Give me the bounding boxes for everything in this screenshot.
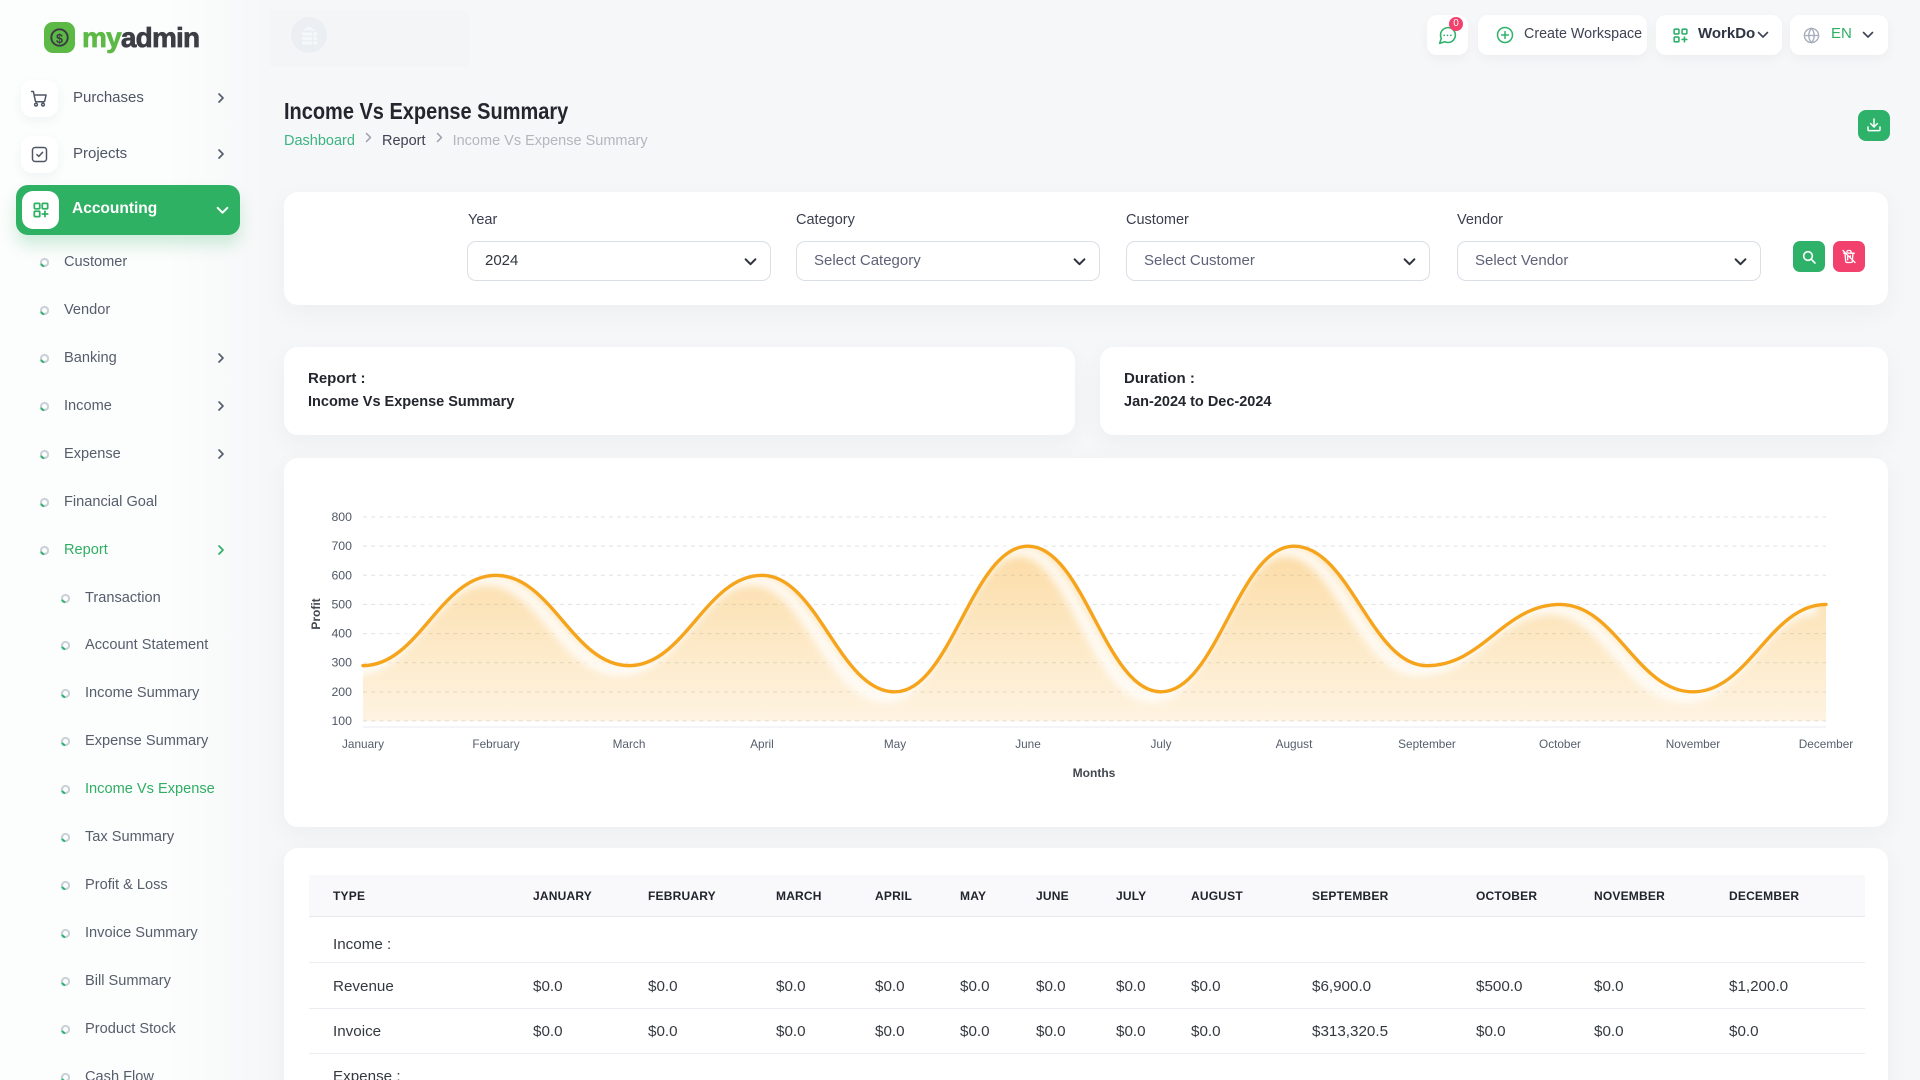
svg-text:May: May xyxy=(884,737,906,751)
svg-text:June: June xyxy=(1015,737,1041,751)
svg-text:200: 200 xyxy=(331,685,352,699)
svg-text:100: 100 xyxy=(331,714,352,728)
svg-text:500: 500 xyxy=(331,597,352,611)
svg-text:November: November xyxy=(1666,737,1720,751)
svg-text:March: March xyxy=(613,737,646,751)
svg-text:July: July xyxy=(1151,737,1172,751)
svg-text:August: August xyxy=(1276,737,1313,751)
svg-text:Profit: Profit xyxy=(309,598,323,629)
svg-text:October: October xyxy=(1539,737,1581,751)
svg-text:300: 300 xyxy=(331,656,352,670)
svg-text:400: 400 xyxy=(331,627,352,641)
svg-text:800: 800 xyxy=(331,510,352,524)
svg-text:January: January xyxy=(342,737,384,751)
svg-text:600: 600 xyxy=(331,568,352,582)
svg-text:September: September xyxy=(1398,737,1456,751)
svg-text:February: February xyxy=(472,737,519,751)
svg-text:700: 700 xyxy=(331,539,352,553)
svg-text:$: $ xyxy=(56,32,63,46)
svg-text:December: December xyxy=(1799,737,1853,751)
svg-text:Months: Months xyxy=(1073,766,1116,780)
svg-text:April: April xyxy=(750,737,774,751)
